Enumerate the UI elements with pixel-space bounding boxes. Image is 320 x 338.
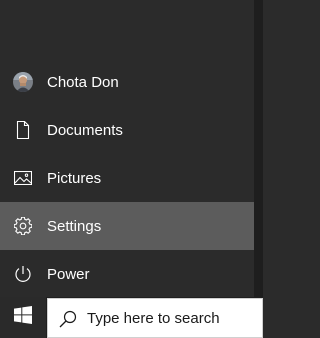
settings-label: Settings: [47, 217, 102, 235]
documents-label: Documents: [47, 121, 123, 139]
gear-icon: [13, 216, 33, 236]
windows-logo-icon: [14, 306, 32, 329]
user-avatar: [13, 72, 33, 92]
account-name: Chota Don: [47, 73, 119, 91]
pictures-button[interactable]: Pictures: [0, 154, 254, 202]
account-button[interactable]: Chota Don: [0, 58, 254, 106]
document-icon: [13, 120, 33, 140]
search-box[interactable]: Type here to search: [47, 298, 263, 338]
documents-button[interactable]: Documents: [0, 106, 254, 154]
taskbar: Type here to search: [0, 297, 263, 338]
settings-button[interactable]: Settings: [0, 202, 254, 250]
search-icon: [58, 309, 78, 329]
power-icon: [13, 264, 33, 284]
power-button[interactable]: Power: [0, 250, 254, 298]
start-menu: Chota Don Documents Pictures Settings Po…: [0, 0, 254, 297]
search-placeholder: Type here to search: [87, 310, 220, 327]
pictures-label: Pictures: [47, 169, 102, 187]
start-button[interactable]: [0, 297, 46, 338]
tiles-panel-edge: [254, 0, 263, 297]
pictures-icon: [13, 168, 33, 188]
power-label: Power: [47, 265, 90, 283]
